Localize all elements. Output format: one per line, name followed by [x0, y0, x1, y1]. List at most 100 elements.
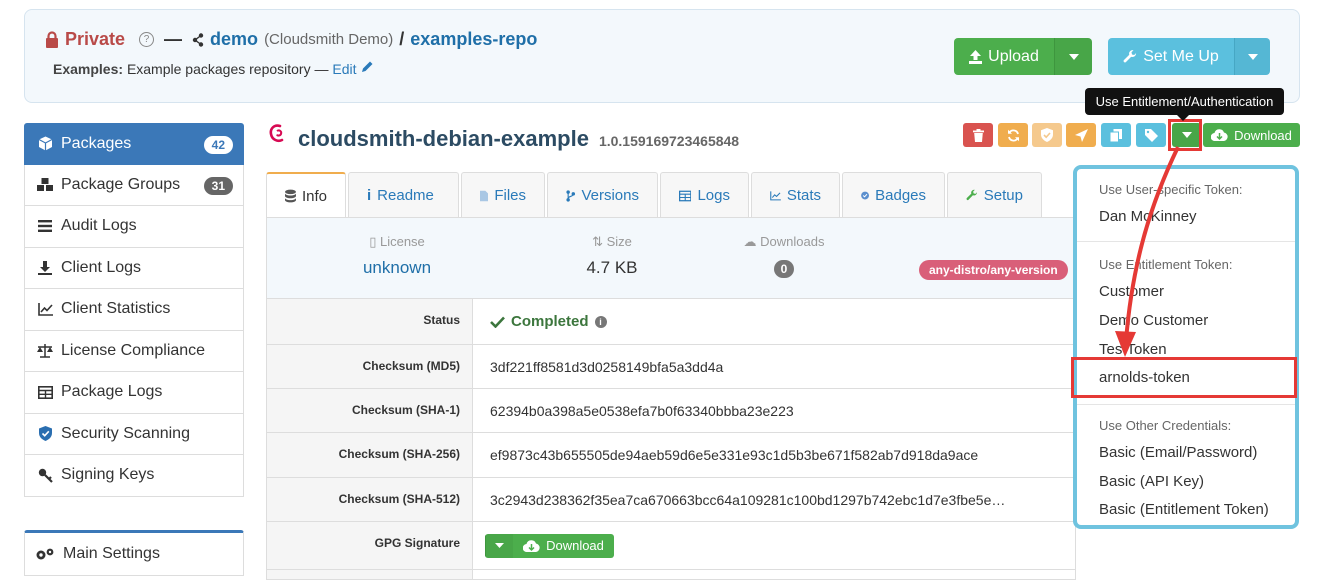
repo-link[interactable]: examples-repo: [410, 29, 537, 50]
upload-icon: [969, 49, 983, 64]
stat-label: ⇅ Size: [562, 234, 662, 250]
cloud-download-icon: [523, 539, 540, 552]
count-badge: 31: [203, 176, 233, 195]
size-value: 4.7 KB: [586, 258, 638, 277]
info-icon: i: [367, 187, 372, 204]
table-icon: [679, 190, 692, 201]
row-key: [267, 570, 473, 579]
repo-title-line: Private ? — demo (Cloudsmith Demo) / exa…: [45, 29, 537, 50]
tag-button[interactable]: [1136, 123, 1166, 147]
description-label: Examples:: [53, 61, 124, 77]
copy-button[interactable]: [1101, 123, 1131, 147]
upload-button-group: Upload: [954, 38, 1092, 75]
key-icon: [37, 468, 53, 483]
tag-icon: [1144, 128, 1158, 142]
tab-versions[interactable]: Versions: [547, 172, 658, 218]
package-stats: ▯ License unknown ⇅ Size 4.7 KB ☁ Downlo…: [266, 218, 1076, 298]
checksum-sha256: ef9873c43b655505de94aeb59d6e5e331e93c1d5…: [490, 447, 979, 463]
sidebar-item-package-groups[interactable]: Package Groups 31: [24, 164, 244, 206]
stat-license: ▯ License unknown: [347, 234, 447, 278]
sidebar-item-label: Audit Logs: [61, 217, 137, 235]
info-icon[interactable]: i: [594, 315, 607, 328]
row-key: Checksum (SHA-256): [267, 433, 473, 477]
table-row: Status Completed i: [266, 298, 1076, 345]
count-badge: 42: [203, 136, 233, 154]
tab-setup[interactable]: Setup: [947, 172, 1042, 218]
edit-label: Edit: [332, 61, 357, 77]
sidebar-item-security-scanning[interactable]: Security Scanning: [24, 413, 244, 455]
chart-icon: [770, 190, 781, 200]
promote-button[interactable]: [1066, 123, 1096, 147]
sidebar-item-packages[interactable]: Packages 42: [24, 123, 244, 165]
stat-label: ☁ Downloads: [734, 234, 834, 250]
sidebar-item-signing-keys[interactable]: Signing Keys: [24, 455, 244, 497]
checksum-sha1: 62394b0a398a5e0538efa7b0f63340bbba23e223: [490, 402, 794, 419]
quarantine-button[interactable]: [1032, 123, 1062, 147]
sidebar-item-license-compliance[interactable]: License Compliance: [24, 330, 244, 372]
menu-item-credential[interactable]: Basic (Entitlement Token): [1077, 501, 1269, 518]
table-row: [266, 570, 1076, 580]
edit-link[interactable]: Edit: [332, 61, 374, 77]
cloud-icon: ☁: [743, 234, 761, 249]
caret-down-icon: [495, 543, 504, 548]
tab-readme[interactable]: i Readme: [348, 172, 459, 218]
description-dash: —: [314, 61, 329, 77]
sidebar-item-client-statistics[interactable]: Client Statistics: [24, 289, 244, 331]
downloads-label: Downloads: [760, 234, 825, 249]
sidebar-item-label: Signing Keys: [61, 466, 155, 484]
download-icon: [37, 260, 53, 275]
gears-icon: [36, 548, 54, 559]
distro-badge[interactable]: any-distro/any-version: [919, 260, 1068, 280]
shield-icon: [37, 426, 53, 442]
gpg-caret-button[interactable]: [485, 533, 513, 558]
sidebar-item-client-logs[interactable]: Client Logs: [24, 247, 244, 289]
tab-label: Badges: [875, 187, 926, 204]
delete-button[interactable]: [963, 123, 993, 147]
set-me-up-button-group: Set Me Up: [1108, 38, 1270, 75]
menu-divider: [1077, 404, 1295, 405]
check-icon: [490, 316, 505, 328]
sidebar-item-package-logs[interactable]: Package Logs: [24, 372, 244, 414]
tab-logs[interactable]: Logs: [660, 172, 749, 218]
send-icon: [1074, 128, 1088, 142]
sidebar-nav: Packages 42 Package Groups 31 Audit Logs…: [24, 123, 244, 497]
wrench-icon: [1123, 49, 1137, 62]
upload-caret-button[interactable]: [1054, 38, 1092, 75]
sidebar-item-audit-logs[interactable]: Audit Logs: [24, 206, 244, 248]
private-indicator: Private: [45, 29, 125, 50]
sidebar-item-label: Package Logs: [61, 383, 163, 401]
cloud-download-icon: [1211, 129, 1228, 141]
license-value[interactable]: unknown: [347, 258, 447, 278]
stat-label: ▯ License: [347, 234, 447, 250]
checksum-md5: 3df221ff8581d3d0258149bfa5a3dd4a: [490, 358, 724, 375]
scale-icon: [37, 343, 53, 358]
gpg-download-button[interactable]: Download: [513, 533, 614, 558]
tab-stats[interactable]: Stats: [751, 172, 840, 218]
sidebar-item-main-settings[interactable]: Main Settings: [24, 530, 244, 576]
other-credentials-header: Use Other Credentials:: [1099, 418, 1232, 433]
database-icon: [285, 189, 296, 203]
tab-badges[interactable]: Badges: [842, 172, 945, 218]
resync-button[interactable]: [998, 123, 1028, 147]
sidebar-item-label: Security Scanning: [61, 424, 190, 442]
gpg-download-label: Download: [546, 538, 604, 553]
tab-label: Setup: [983, 187, 1023, 204]
table-row: GPG Signature Download: [266, 522, 1076, 570]
wrench-icon: [966, 189, 978, 201]
set-me-up-label: Set Me Up: [1143, 47, 1219, 65]
org-link[interactable]: demo: [210, 29, 258, 50]
repo-description: Examples: Example packages repository — …: [53, 60, 374, 77]
upload-button[interactable]: Upload: [954, 38, 1054, 75]
menu-item-credential[interactable]: Basic (API Key): [1077, 473, 1204, 490]
tooltip: Use Entitlement/Authentication: [1085, 88, 1284, 121]
set-me-up-caret-button[interactable]: [1234, 38, 1270, 75]
cube-icon: [37, 136, 53, 151]
package-name: cloudsmith-debian-example: [298, 126, 589, 151]
tab-info[interactable]: Info: [266, 172, 346, 218]
download-button[interactable]: Download: [1203, 123, 1300, 147]
help-icon[interactable]: ?: [139, 32, 155, 47]
menu-item-credential[interactable]: Basic (Email/Password): [1077, 444, 1257, 461]
title-slash: /: [399, 29, 405, 49]
set-me-up-button[interactable]: Set Me Up: [1108, 38, 1234, 75]
tab-files[interactable]: Files: [461, 172, 545, 218]
